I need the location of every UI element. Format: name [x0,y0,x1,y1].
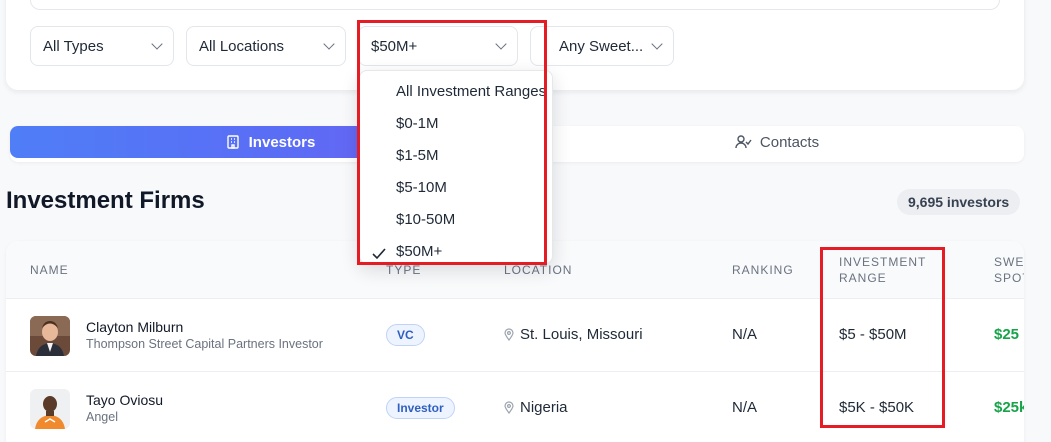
type-filter-select[interactable]: All Types [30,26,174,66]
column-header-sweet-spot-line1: SWEE [994,255,1024,269]
type-badge: Investor [386,397,455,419]
location-text: St. Louis, Missouri [520,326,643,343]
sweet-spot-select[interactable]: Any Sweet... [530,26,674,66]
highlight-box-range-column [820,247,945,428]
sweet-spot-value: Any Sweet... [559,37,644,55]
investor-subtitle: Angel [86,410,118,424]
avatar [30,316,70,356]
building-icon [225,134,241,150]
chevron-down-icon [323,38,335,50]
avatar [30,389,70,429]
location-cell: St. Louis, Missouri [504,326,643,343]
chevron-down-icon [151,38,163,50]
tab-contacts[interactable]: Contacts [530,126,1024,158]
location-text: Nigeria [520,399,568,416]
location-filter-value: All Locations [199,37,285,55]
tab-investors-label: Investors [248,133,316,151]
ranking-cell: N/A [732,399,758,416]
page-title: Investment Firms [6,187,205,214]
investor-name[interactable]: Tayo Oviosu [86,392,163,408]
location-cell: Nigeria [504,399,568,416]
ranking-cell: N/A [732,326,758,343]
column-header-name[interactable]: NAME [30,262,69,278]
type-badge: VC [386,324,425,346]
investor-subtitle: Thompson Street Capital Partners Investo… [86,337,323,351]
chevron-down-icon [651,38,663,50]
sweet-spot-cell: $25k [994,399,1024,416]
user-check-icon [735,134,752,150]
highlight-box-range-filter [357,20,547,265]
search-input[interactable] [30,0,1000,10]
location-filter-select[interactable]: All Locations [186,26,346,66]
type-filter-value: All Types [43,37,104,55]
map-pin-icon [504,328,514,341]
tab-contacts-label: Contacts [759,133,820,151]
column-header-ranking[interactable]: RANKING [732,262,794,278]
investor-name[interactable]: Clayton Milburn [86,319,183,335]
investor-count-badge: 9,695 investors [897,189,1021,215]
column-header-sweet-spot[interactable]: SWEE SPOT [994,254,1024,286]
map-pin-icon [504,401,514,414]
column-header-sweet-spot-line2: SPOT [994,271,1024,285]
sweet-spot-cell: $25 [994,326,1020,343]
